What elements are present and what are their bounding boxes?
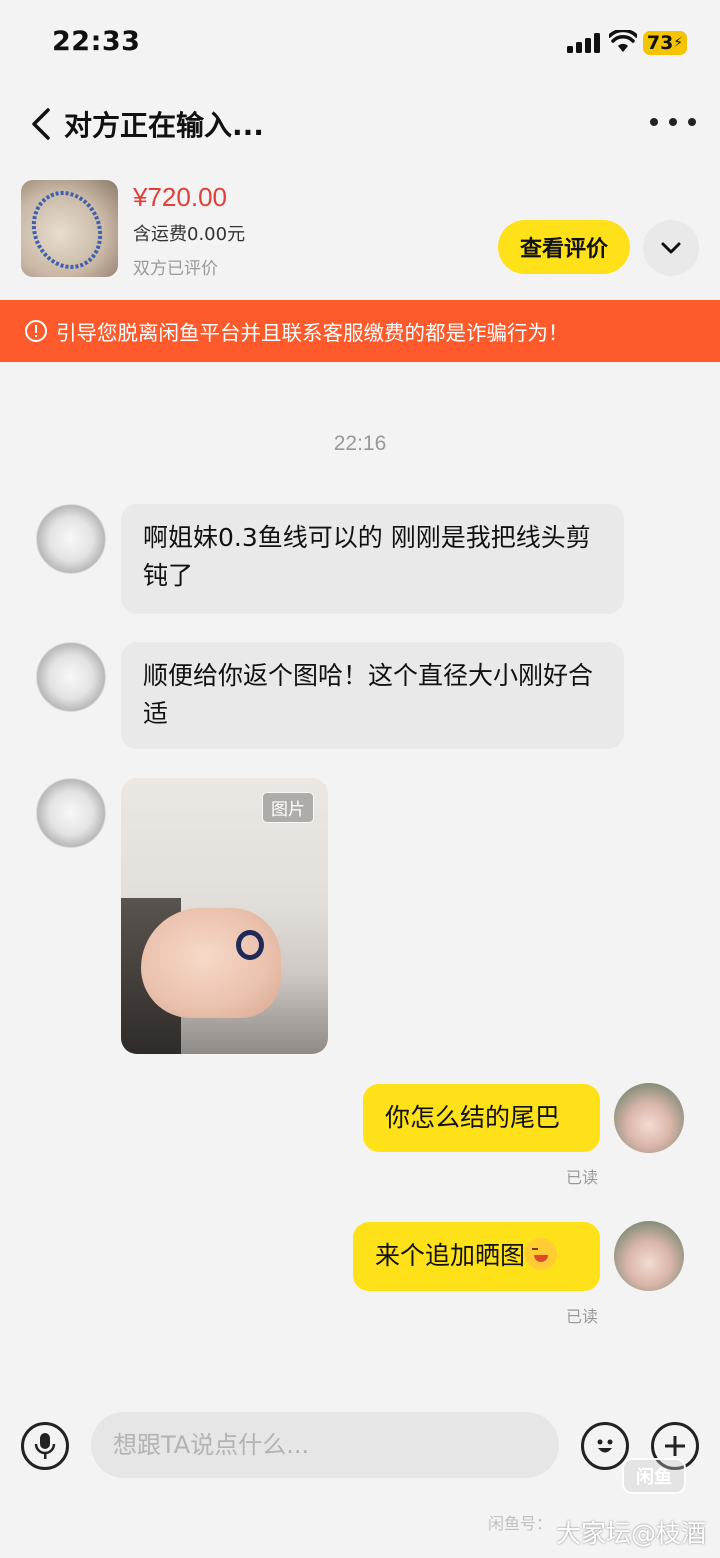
chat-header: 对方正在输入... xyxy=(0,88,720,168)
status-bar: 22:33 73 ⚡ xyxy=(0,0,720,88)
warning-text: 引导您脱离闲鱼平台并且联系客服缴费的都是诈骗行为！ xyxy=(56,321,569,345)
wifi-icon xyxy=(609,30,637,52)
expand-button[interactable] xyxy=(643,220,699,276)
fraud-warning-banner: 引导您脱离闲鱼平台并且联系客服缴费的都是诈骗行为！ xyxy=(0,300,720,362)
xianyu-id-watermark: 闲鱼号： xyxy=(488,1514,553,1533)
chevron-down-icon xyxy=(661,242,681,254)
smiley-icon xyxy=(597,1439,613,1453)
read-receipt: 已读 xyxy=(566,1168,599,1187)
avatar[interactable] xyxy=(36,778,106,848)
plus-icon xyxy=(665,1436,685,1456)
input-bar xyxy=(0,1400,720,1500)
review-status: 双方已评价 xyxy=(133,259,218,279)
message-text: 来个追加晒图 xyxy=(375,1241,526,1270)
bracelet-image xyxy=(31,191,103,269)
laughing-emoji-icon xyxy=(525,1238,558,1270)
avatar[interactable] xyxy=(614,1083,684,1153)
status-time: 22:33 xyxy=(52,26,141,57)
message-image[interactable]: 图片 xyxy=(121,778,328,1054)
back-arrow-icon[interactable] xyxy=(26,104,56,144)
voice-button[interactable] xyxy=(21,1422,69,1470)
chat-timestamp: 22:16 xyxy=(333,432,387,455)
xianyu-watermark-logo: 闲鱼 xyxy=(622,1458,686,1494)
view-review-button[interactable]: 查看评价 xyxy=(498,220,630,274)
avatar[interactable] xyxy=(36,642,106,712)
message-bubble[interactable]: 啊姐妹0.3鱼线可以的 刚刚是我把线头剪钝了 xyxy=(121,504,624,614)
emoji-button[interactable] xyxy=(581,1422,629,1470)
signal-icon xyxy=(567,33,601,53)
avatar[interactable] xyxy=(614,1221,684,1291)
read-receipt: 已读 xyxy=(566,1307,599,1326)
site-watermark: 大家坛@枝酒 xyxy=(556,1519,707,1548)
battery-icon: 73 ⚡ xyxy=(643,31,687,55)
page-title: 对方正在输入... xyxy=(64,109,264,142)
product-thumbnail[interactable] xyxy=(21,180,118,277)
photo-hand xyxy=(141,908,281,1018)
photo-ring xyxy=(236,930,264,960)
image-badge: 图片 xyxy=(262,792,314,823)
battery-level: 73 xyxy=(646,32,674,54)
message-bubble[interactable]: 来个追加晒图 xyxy=(353,1222,600,1291)
product-card[interactable]: ¥720.00 含运费0.00元 双方已评价 查看评价 xyxy=(0,168,720,300)
message-input[interactable] xyxy=(91,1412,559,1478)
product-price: ¥720.00 xyxy=(133,182,227,212)
avatar[interactable] xyxy=(36,504,106,574)
shipping-fee: 含运费0.00元 xyxy=(133,224,246,245)
warning-icon xyxy=(25,320,47,342)
more-options-icon[interactable] xyxy=(650,110,696,134)
message-bubble[interactable]: 顺便给你返个图哈！这个直径大小刚好合适 xyxy=(121,642,624,749)
microphone-icon xyxy=(34,1433,56,1459)
message-bubble[interactable]: 你怎么结的尾巴 xyxy=(363,1084,600,1152)
